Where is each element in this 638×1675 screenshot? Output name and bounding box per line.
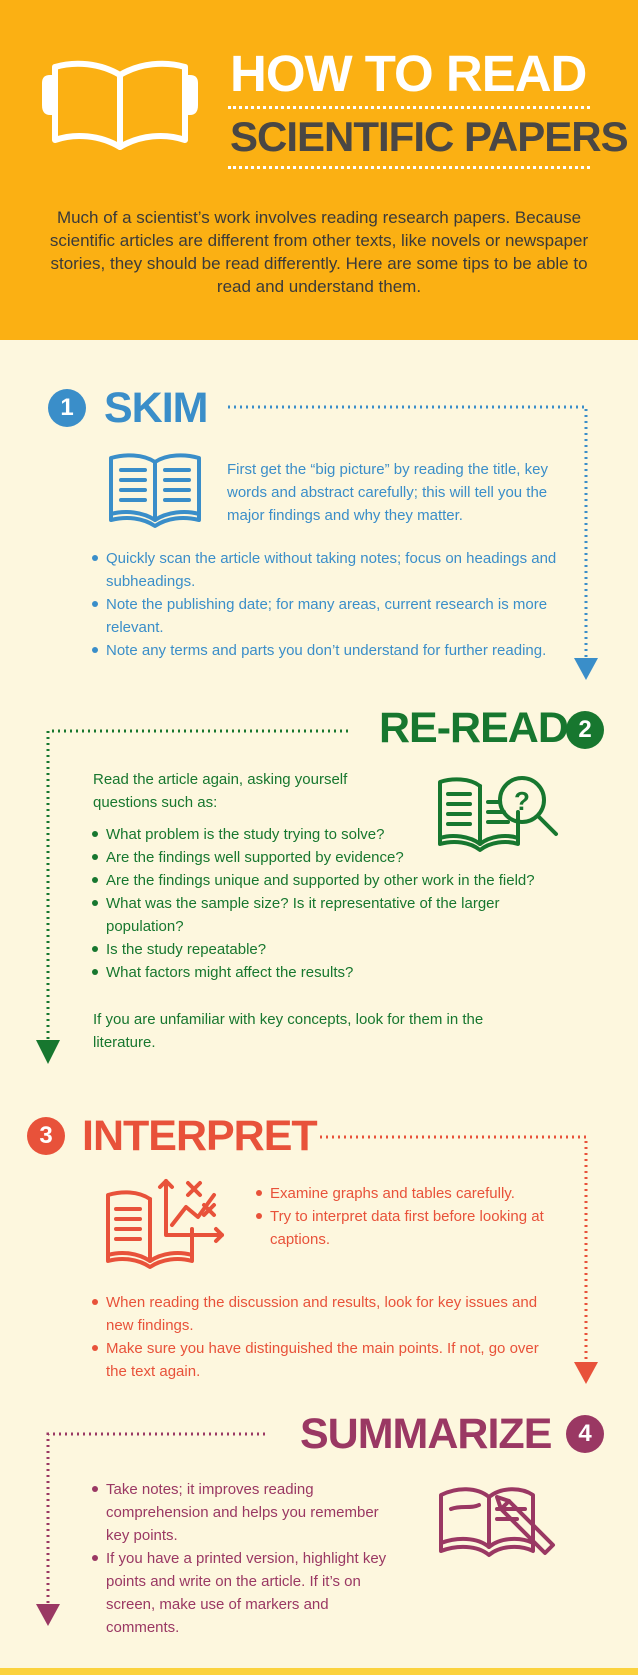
list-item: Take notes; it improves reading comprehe… xyxy=(92,1478,392,1547)
section-heading-interpret: INTERPRET xyxy=(82,1112,318,1160)
reread-outro: If you are unfamiliar with key concepts,… xyxy=(93,1011,484,1051)
bottom-bar xyxy=(0,1668,638,1675)
list-item: What problem is the study trying to solv… xyxy=(92,823,572,846)
step-number-1: 1 xyxy=(48,389,86,427)
skim-bullet-list: Quickly scan the article without taking … xyxy=(92,547,557,662)
step-number-4: 4 xyxy=(566,1415,604,1453)
list-item: Are the findings unique and supported by… xyxy=(92,869,572,892)
reread-intro: Read the article again, asking yourself … xyxy=(93,771,348,811)
list-item: Are the findings well supported by evide… xyxy=(92,846,572,869)
book-graph-icon xyxy=(106,1179,224,1269)
reread-bullet-list: What problem is the study trying to solv… xyxy=(92,823,572,984)
list-item: Quickly scan the article without taking … xyxy=(92,547,557,593)
section-heading-reread: RE-READ xyxy=(379,704,569,752)
section-heading-skim: SKIM xyxy=(104,384,208,432)
step-number-3: 3 xyxy=(27,1117,65,1155)
list-item: Note the publishing date; for many areas… xyxy=(92,593,557,639)
list-item: Make sure you have distinguished the mai… xyxy=(92,1337,562,1383)
list-item: Is the study repeatable? xyxy=(92,938,572,961)
list-item: Try to interpret data first before looki… xyxy=(256,1205,556,1251)
list-item: When reading the discussion and results,… xyxy=(92,1291,562,1337)
summarize-bullet-list: Take notes; it improves reading comprehe… xyxy=(92,1478,392,1639)
interpret-bullet-list: When reading the discussion and results,… xyxy=(92,1291,562,1383)
step-number-2: 2 xyxy=(566,711,604,749)
list-item: What was the sample size? Is it represen… xyxy=(92,892,572,938)
book-icon xyxy=(109,453,201,528)
list-item: What factors might affect the results? xyxy=(92,961,572,984)
list-item: Note any terms and parts you don’t under… xyxy=(92,639,557,662)
list-item: Examine graphs and tables carefully. xyxy=(256,1182,556,1205)
skim-intro: First get the “big picture” by reading t… xyxy=(227,461,548,524)
list-item: If you have a printed version, highlight… xyxy=(92,1547,392,1639)
section-heading-summarize: SUMMARIZE xyxy=(300,1410,552,1458)
svg-text:?: ? xyxy=(514,786,530,816)
book-pencil-icon xyxy=(439,1487,555,1557)
interpret-top-bullet-list: Examine graphs and tables carefully. Try… xyxy=(256,1182,556,1251)
